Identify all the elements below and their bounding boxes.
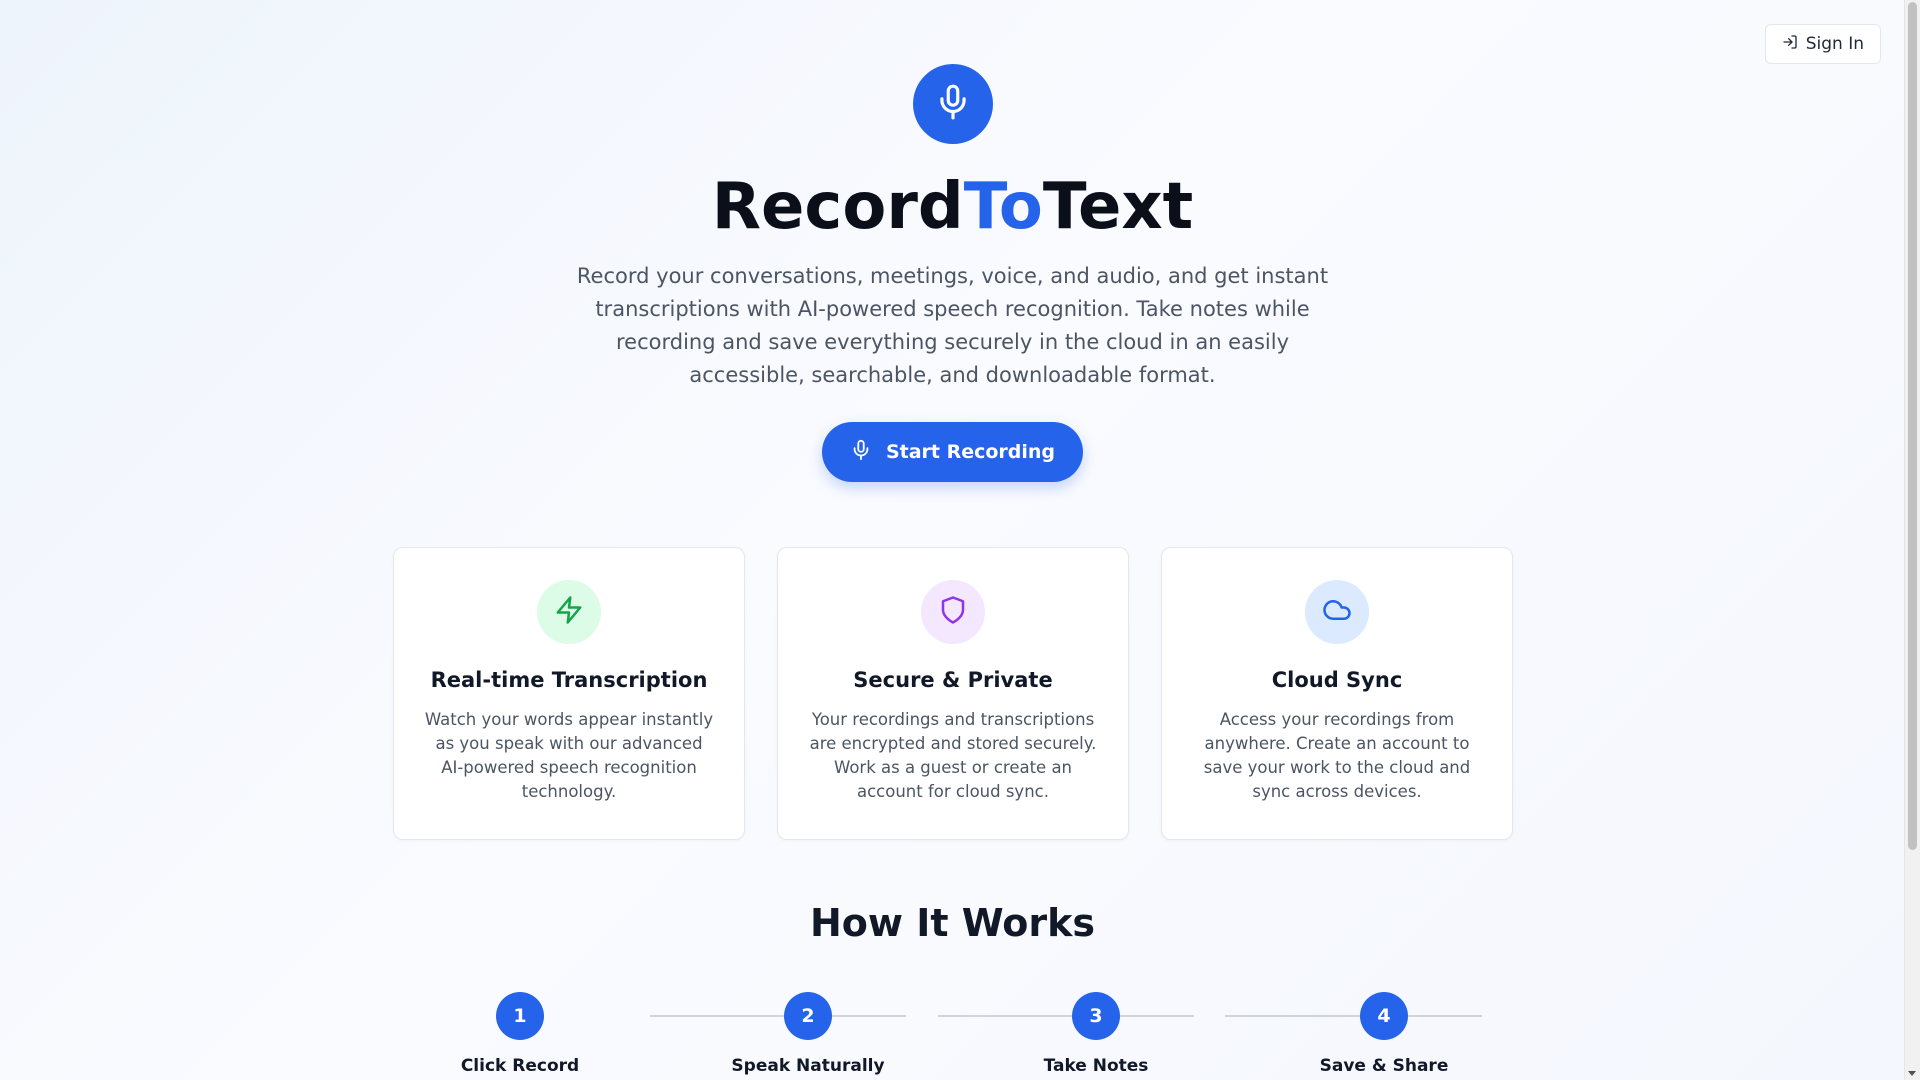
feature-card-cloud: Cloud Sync Access your recordings from a… xyxy=(1161,547,1513,840)
feature-card-realtime: Real-time Transcription Watch your words… xyxy=(393,547,745,840)
how-it-works-heading: How It Works xyxy=(809,901,1096,945)
step-number: 2 xyxy=(784,992,832,1040)
step-number: 3 xyxy=(1072,992,1120,1040)
feature-title: Cloud Sync xyxy=(1271,668,1403,692)
feature-icon-badge xyxy=(921,580,985,644)
landing-page: Sign In RecordToText Record your convers… xyxy=(0,0,1905,1080)
microphone-icon xyxy=(850,439,872,466)
step-number: 1 xyxy=(496,992,544,1040)
step-item: 4 Save & Share xyxy=(1284,992,1484,1076)
step-item: 1 Click Record xyxy=(420,992,620,1076)
log-in-icon xyxy=(1782,34,1798,55)
hero-subtitle: Record your conversations, meetings, voi… xyxy=(576,264,1329,387)
step-label: Click Record xyxy=(460,1056,580,1076)
scroll-down-arrow-icon[interactable] xyxy=(1908,1071,1916,1076)
sign-in-button[interactable]: Sign In xyxy=(1764,24,1881,64)
feature-description: Watch your words appear instantly as you… xyxy=(424,710,714,801)
feature-icon-badge xyxy=(1305,580,1369,644)
feature-icon-badge xyxy=(537,580,601,644)
start-recording-label: Start Recording xyxy=(885,441,1056,463)
step-item: 2 Speak Naturally xyxy=(708,992,908,1076)
step-label: Save & Share xyxy=(1319,1056,1449,1076)
cloud-icon xyxy=(1322,595,1352,629)
feature-title: Secure & Private xyxy=(853,668,1053,692)
scrollbar-thumb[interactable] xyxy=(1908,2,1917,850)
feature-card-secure: Secure & Private Your recordings and tra… xyxy=(777,547,1129,840)
how-it-works-steps: 1 Click Record 2 Speak Naturally 3 Take … xyxy=(0,990,1905,1080)
sign-in-label: Sign In xyxy=(1805,34,1864,54)
step-item: 3 Take Notes xyxy=(996,992,1196,1076)
app-title: RecordToText xyxy=(0,168,1905,246)
feature-cards: Real-time Transcription Watch your words… xyxy=(393,547,1513,840)
title-part-record: Record xyxy=(711,170,964,244)
hero-microphone-badge xyxy=(913,64,993,144)
feature-title: Real-time Transcription xyxy=(430,668,708,692)
feature-description: Your recordings and transcriptions are e… xyxy=(809,710,1097,801)
start-recording-button[interactable]: Start Recording xyxy=(822,422,1083,482)
step-label: Speak Naturally xyxy=(731,1056,885,1076)
title-part-to: To xyxy=(963,170,1043,244)
shield-icon xyxy=(938,595,968,629)
step-label: Take Notes xyxy=(1043,1056,1149,1076)
step-number: 4 xyxy=(1360,992,1408,1040)
vertical-scrollbar[interactable] xyxy=(1904,0,1920,1080)
zap-icon xyxy=(554,595,584,629)
microphone-icon xyxy=(934,83,972,125)
title-part-text: Text xyxy=(1042,170,1194,244)
feature-description: Access your recordings from anywhere. Cr… xyxy=(1203,710,1471,801)
